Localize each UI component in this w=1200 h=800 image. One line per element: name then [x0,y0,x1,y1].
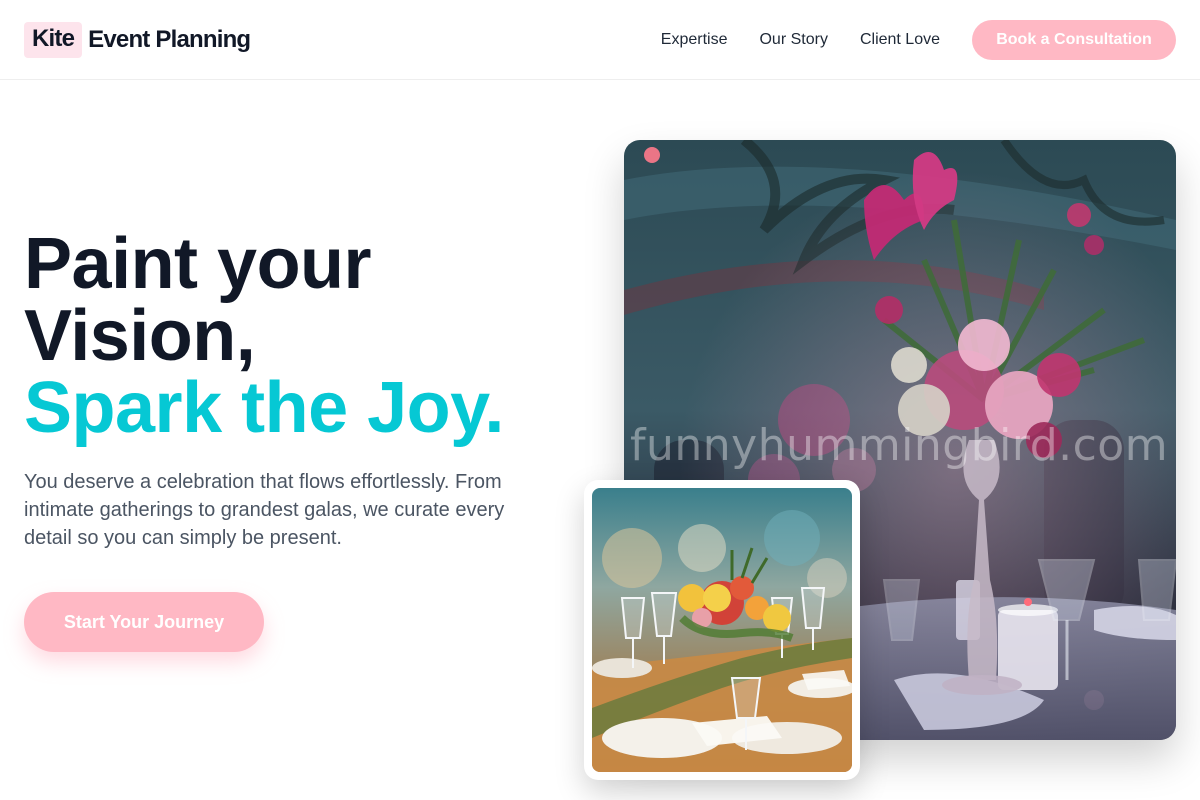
watermark-text: funnyhummingbird.com [630,420,1169,471]
book-consultation-button[interactable]: Book a Consultation [972,20,1176,60]
nav-link-expertise[interactable]: Expertise [661,31,728,49]
start-journey-button[interactable]: Start Your Journey [24,592,264,652]
nav-link-our-story[interactable]: Our Story [759,31,827,49]
hero-title-line-1: Paint your [24,224,372,304]
hero-title-accent: Spark the Joy. [24,368,504,448]
secondary-event-photo [592,488,852,772]
hero-title-line-2: Vision, [24,296,256,376]
nav-link-client-love[interactable]: Client Love [860,31,940,49]
hero-title: Paint your Vision, Spark the Joy. [24,228,564,444]
site-header: Kite Event Planning Expertise Our Story … [0,0,1200,80]
hero-description: You deserve a celebration that flows eff… [24,471,505,549]
secondary-photo-card [584,480,860,780]
logo-mark: Kite [24,22,83,58]
main-nav: Expertise Our Story Client Love Book a C… [661,20,1176,60]
logo-text: Event Planning [88,26,251,53]
logo[interactable]: Kite Event Planning [24,22,251,58]
